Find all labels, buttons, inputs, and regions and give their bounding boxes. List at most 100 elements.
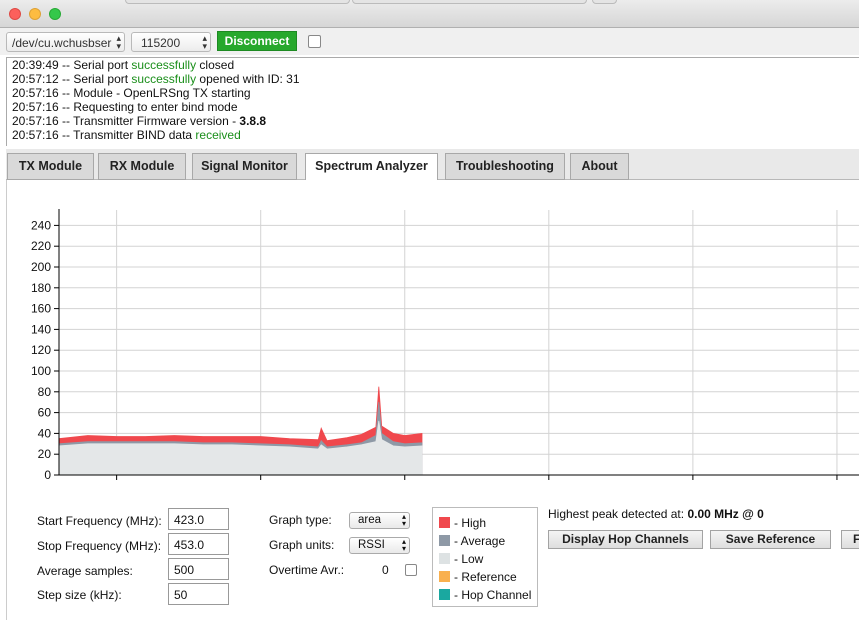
legend-label: - Average [454,534,506,548]
y-tick-label: 60 [38,406,52,420]
log-good: received [195,128,241,142]
save-reference-button[interactable]: Save Reference [710,530,831,549]
log-time: 20:57:16 [12,114,59,128]
y-tick-label: 240 [31,218,51,232]
highest-peak-readout: Highest peak detected at: 0.00 MHz @ 0 [548,507,764,521]
select-arrows-icon: ▴ ▾ [401,512,406,528]
y-tick-label: 100 [31,364,51,378]
overtime-average-label: Overtime Avr.: [269,563,345,577]
log-line: 20:57:16 -- Requesting to enter bind mod… [12,100,859,114]
step-size-label: Step size (kHz): [37,588,122,602]
log-post: opened with ID: 31 [196,72,300,86]
status-log: 20:39:49 -- Serial port successfully clo… [6,57,859,146]
y-tick-label: 140 [31,322,51,336]
average-samples-label: Average samples: [37,564,133,578]
graph-units-value: RSSI [358,539,385,551]
highest-peak-value: 0.00 MHz @ 0 [687,507,764,521]
legend-item: - High [439,516,486,530]
y-tick-label: 220 [31,239,51,253]
tab-about[interactable]: About [570,153,629,180]
minimize-window-button[interactable] [29,8,41,20]
legend-item: - Low [439,552,483,566]
port-select-value: /dev/cu.wchusbser [12,36,112,50]
baud-select-value: 115200 [141,36,181,50]
legend-swatch [439,589,450,600]
select-arrows-icon: ▴ ▾ [202,33,207,51]
connection-toolbar: /dev/cu.wchusbser ▴ ▾ 115200 ▴ ▾ Disconnec… [0,28,859,55]
select-arrows-icon: ▴ ▾ [116,33,121,51]
series-low-area [58,420,423,476]
background-window-tab [592,0,617,4]
background-window-tab [352,0,587,4]
legend-label: - Reference [454,570,517,584]
stop-frequency-input[interactable]: 453.0 [168,533,229,555]
legend-swatch [439,535,450,546]
log-line: 20:57:16 -- Transmitter BIND data receiv… [12,128,859,142]
log-good: successfully [131,72,197,86]
y-tick-label: 200 [31,260,51,274]
legend-item: - Hop Channel [439,588,531,602]
y-tick-label: 0 [44,468,51,480]
y-tick-label: 120 [31,343,51,357]
tab-signal-monitor[interactable]: Signal Monitor [192,153,297,180]
y-tick-label: 80 [38,385,52,399]
y-tick-label: 160 [31,302,51,316]
log-time: 20:57:16 [12,128,59,142]
window-titlebar [0,0,859,28]
spectrum-analyzer-panel: 0204060801001201401601802002202404254304… [6,180,859,620]
graph-type-label: Graph type: [269,513,332,527]
log-pre: -- Serial port [58,72,132,86]
log-line: 20:39:49 -- Serial port successfully clo… [12,58,859,72]
graph-units-select[interactable]: RSSI ▴ ▾ [349,537,410,554]
highest-peak-label: Highest peak detected at: [548,507,688,521]
log-pre: -- Transmitter BIND data [58,128,196,142]
log-pre: -- Requesting to enter bind mode [58,100,238,114]
log-line: 20:57:16 -- Transmitter Firmware version… [12,114,859,128]
stop-frequency-label: Stop Frequency (MHz): [37,539,162,553]
legend-label: - High [454,516,487,530]
tab-spectrum-analyzer[interactable]: Spectrum Analyzer [305,153,438,181]
y-tick-label: 180 [31,281,51,295]
legend-swatch [439,553,450,564]
display-hop-channels-button[interactable]: Display Hop Channels [548,530,703,549]
log-time: 20:39:49 [12,58,59,72]
log-post: closed [196,58,235,72]
graph-units-label: Graph units: [269,538,335,552]
legend-swatch [439,571,450,582]
background-window-tab [125,0,350,4]
chart-series [58,386,423,476]
legend-item: - Reference [439,570,517,584]
log-bold: 3.8.8 [239,114,267,128]
legend-swatch [439,517,450,528]
log-good: successfully [131,58,197,72]
step-size-input[interactable]: 50 [168,583,229,605]
legend-label: - Low [454,552,484,566]
select-arrows-icon: ▴ ▾ [401,537,406,553]
zoom-window-button[interactable] [49,8,61,20]
legend-item: - Average [439,534,505,548]
partially-visible-button[interactable]: F [841,530,859,549]
log-time: 20:57:16 [12,86,59,100]
average-samples-input[interactable]: 500 [168,558,229,580]
graph-type-value: area [358,514,382,526]
chart-grid [59,210,859,475]
disconnect-button[interactable]: Disconnect [217,31,297,51]
y-tick-label: 40 [38,426,52,440]
auto-connect-checkbox[interactable] [308,35,321,48]
port-select[interactable]: /dev/cu.wchusbser ▴ ▾ [6,32,125,52]
overtime-average-value: 0 [382,563,389,577]
log-time: 20:57:12 [12,72,59,86]
legend-label: - Hop Channel [454,588,532,602]
start-frequency-input[interactable]: 423.0 [168,508,229,530]
tab-troubleshooting[interactable]: Troubleshooting [445,153,565,180]
spectrum-chart: 0204060801001201401601802002202404254304… [31,209,859,480]
main-tab-bar: TX Module RX Module Signal Monitor Spectrum… [6,149,859,181]
log-pre: -- Transmitter Firmware version - [58,114,240,128]
baud-select[interactable]: 115200 ▴ ▾ [131,32,211,52]
overtime-average-checkbox[interactable] [405,564,417,576]
close-window-button[interactable] [9,8,21,20]
tab-tx-module[interactable]: TX Module [7,153,94,180]
tab-rx-module[interactable]: RX Module [98,153,186,180]
graph-type-select[interactable]: area ▴ ▾ [349,512,410,529]
log-time: 20:57:16 [12,100,59,114]
